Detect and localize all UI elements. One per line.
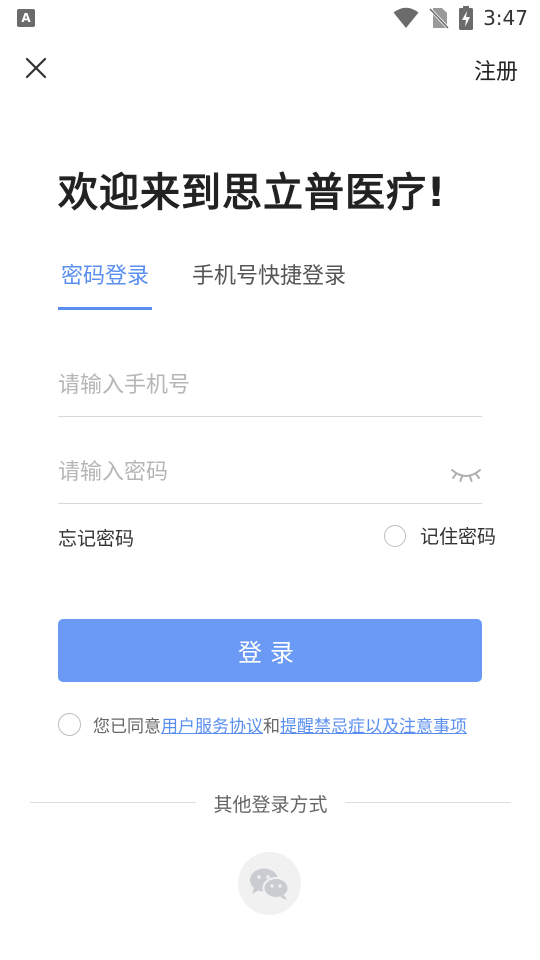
login-tabs: 密码登录 手机号快捷登录 — [58, 262, 498, 310]
remember-password-label: 记住密码 — [419, 526, 496, 548]
agreement-row: 您已同意用户服务协议和提醒禁忌症以及注意事项 — [58, 712, 467, 737]
active-tab-indicator — [58, 307, 152, 310]
agreement-checkbox[interactable] — [58, 713, 81, 736]
password-field — [58, 443, 482, 504]
welcome-title: 欢迎来到思立普医疗! — [58, 170, 447, 216]
password-input[interactable] — [58, 443, 438, 501]
tab-label: 手机号快捷登录 — [192, 264, 347, 289]
eye-closed-icon[interactable] — [450, 465, 482, 483]
app-notification-icon: A — [17, 9, 35, 27]
close-icon — [25, 57, 47, 79]
tab-password-login[interactable]: 密码登录 — [61, 262, 149, 306]
no-sim-icon — [429, 7, 450, 29]
agreement-text: 您已同意用户服务协议和提醒禁忌症以及注意事项 — [93, 712, 467, 737]
agreement-prefix: 您已同意 — [93, 717, 161, 737]
tab-phone-quick-login[interactable]: 手机号快捷登录 — [192, 262, 346, 306]
contraindications-notice-link[interactable]: 提醒禁忌症以及注意事项 — [280, 717, 467, 737]
phone-input[interactable] — [58, 356, 438, 414]
forgot-password-link[interactable]: 忘记密码 — [58, 524, 134, 551]
other-login-divider: 其他登录方式 — [30, 790, 511, 816]
wifi-icon — [393, 7, 419, 28]
wechat-login-button[interactable] — [238, 852, 301, 915]
battery-charging-icon — [459, 6, 474, 30]
status-bar: A 3:47 — [0, 0, 540, 36]
close-button[interactable] — [20, 52, 52, 84]
register-link[interactable]: 注册 — [474, 54, 518, 86]
status-time: 3:47 — [483, 6, 528, 30]
status-icons: 3:47 — [393, 4, 528, 32]
agreement-conjunction: 和 — [263, 717, 280, 737]
other-login-title: 其他登录方式 — [213, 794, 328, 816]
remember-password-toggle[interactable]: 记住密码 — [383, 522, 496, 549]
user-service-agreement-link[interactable]: 用户服务协议 — [161, 717, 263, 737]
wechat-icon — [249, 868, 289, 900]
divider-line-right — [345, 802, 511, 803]
tab-label: 密码登录 — [61, 264, 150, 289]
login-button[interactable]: 登录 — [58, 619, 482, 682]
remember-password-radio[interactable] — [383, 524, 406, 547]
phone-field — [58, 356, 482, 417]
